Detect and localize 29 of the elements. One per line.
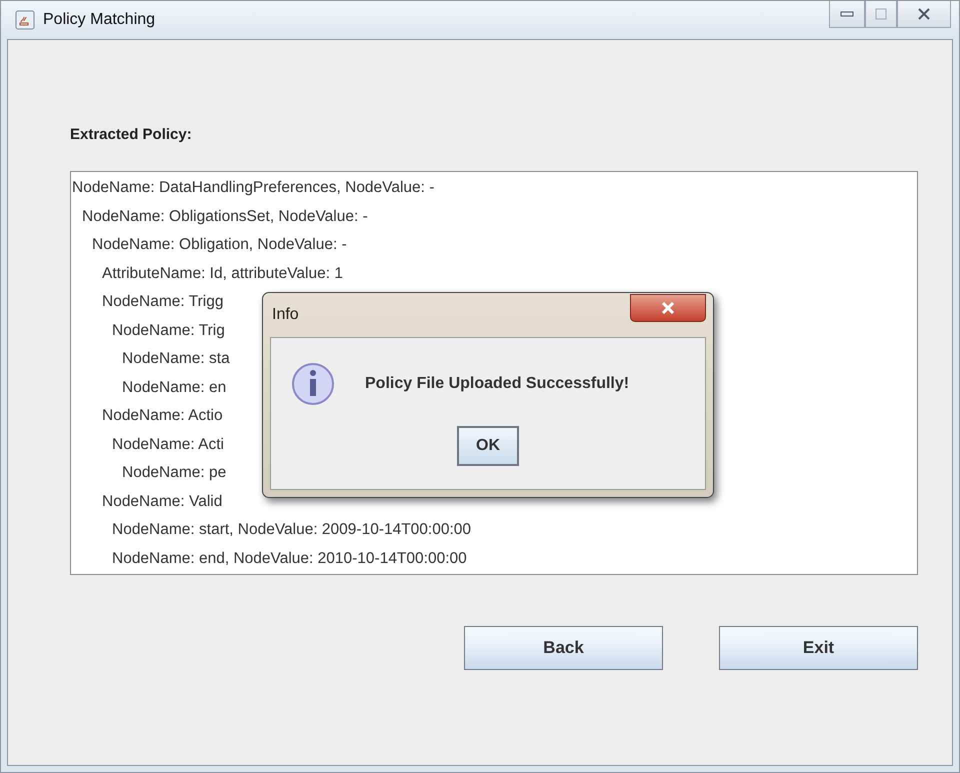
tree-line: NodeName: end, NodeValue: 2010-10-14T00:00:00 — [112, 548, 467, 568]
minimize-icon — [840, 11, 854, 17]
close-icon — [661, 302, 675, 314]
tree-line: NodeName: start, NodeValue: 2009-10-14T00:00:00 — [112, 520, 472, 540]
tree-line: NodeName: Trig — [112, 320, 225, 340]
tree-line: AttributeName: Id, attributeValue: 1 — [102, 264, 343, 284]
tree-line: NodeName: ObligationsSet, NodeValue: - — [82, 206, 368, 226]
message-text: Policy File Uploaded Successfully! — [365, 375, 630, 393]
tree-line: NodeName: Valid — [102, 492, 222, 512]
tree-line: NodeName: Acti — [112, 434, 224, 454]
tree-line: NodeName: sta — [122, 349, 230, 369]
tree-line: NodeName: Trigg — [102, 292, 224, 312]
close-button[interactable] — [897, 1, 951, 28]
info-icon — [291, 362, 335, 406]
tree-line: NodeName: DataHandlingPreferences, NodeValue: - — [72, 178, 434, 198]
tree-line: NodeName: pe — [122, 463, 226, 483]
ok-button[interactable]: OK — [457, 426, 519, 466]
dialog-title: Info — [272, 306, 299, 324]
tree-line: NodeName: en — [122, 378, 226, 398]
tree-line: NodeName: Actio — [102, 406, 223, 426]
section-label: Extracted Policy: — [70, 126, 193, 143]
dialog-button[interactable]: Exit — [719, 626, 918, 670]
maximize-icon — [875, 8, 887, 20]
close-button[interactable] — [630, 294, 706, 322]
minimize-button[interactable] — [829, 1, 865, 28]
dialog-button[interactable]: Back — [464, 626, 663, 670]
close-icon — [917, 8, 931, 20]
window-title: Policy Matching — [43, 11, 156, 29]
tree-line: NodeName: Obligation, NodeValue: - — [92, 235, 347, 255]
